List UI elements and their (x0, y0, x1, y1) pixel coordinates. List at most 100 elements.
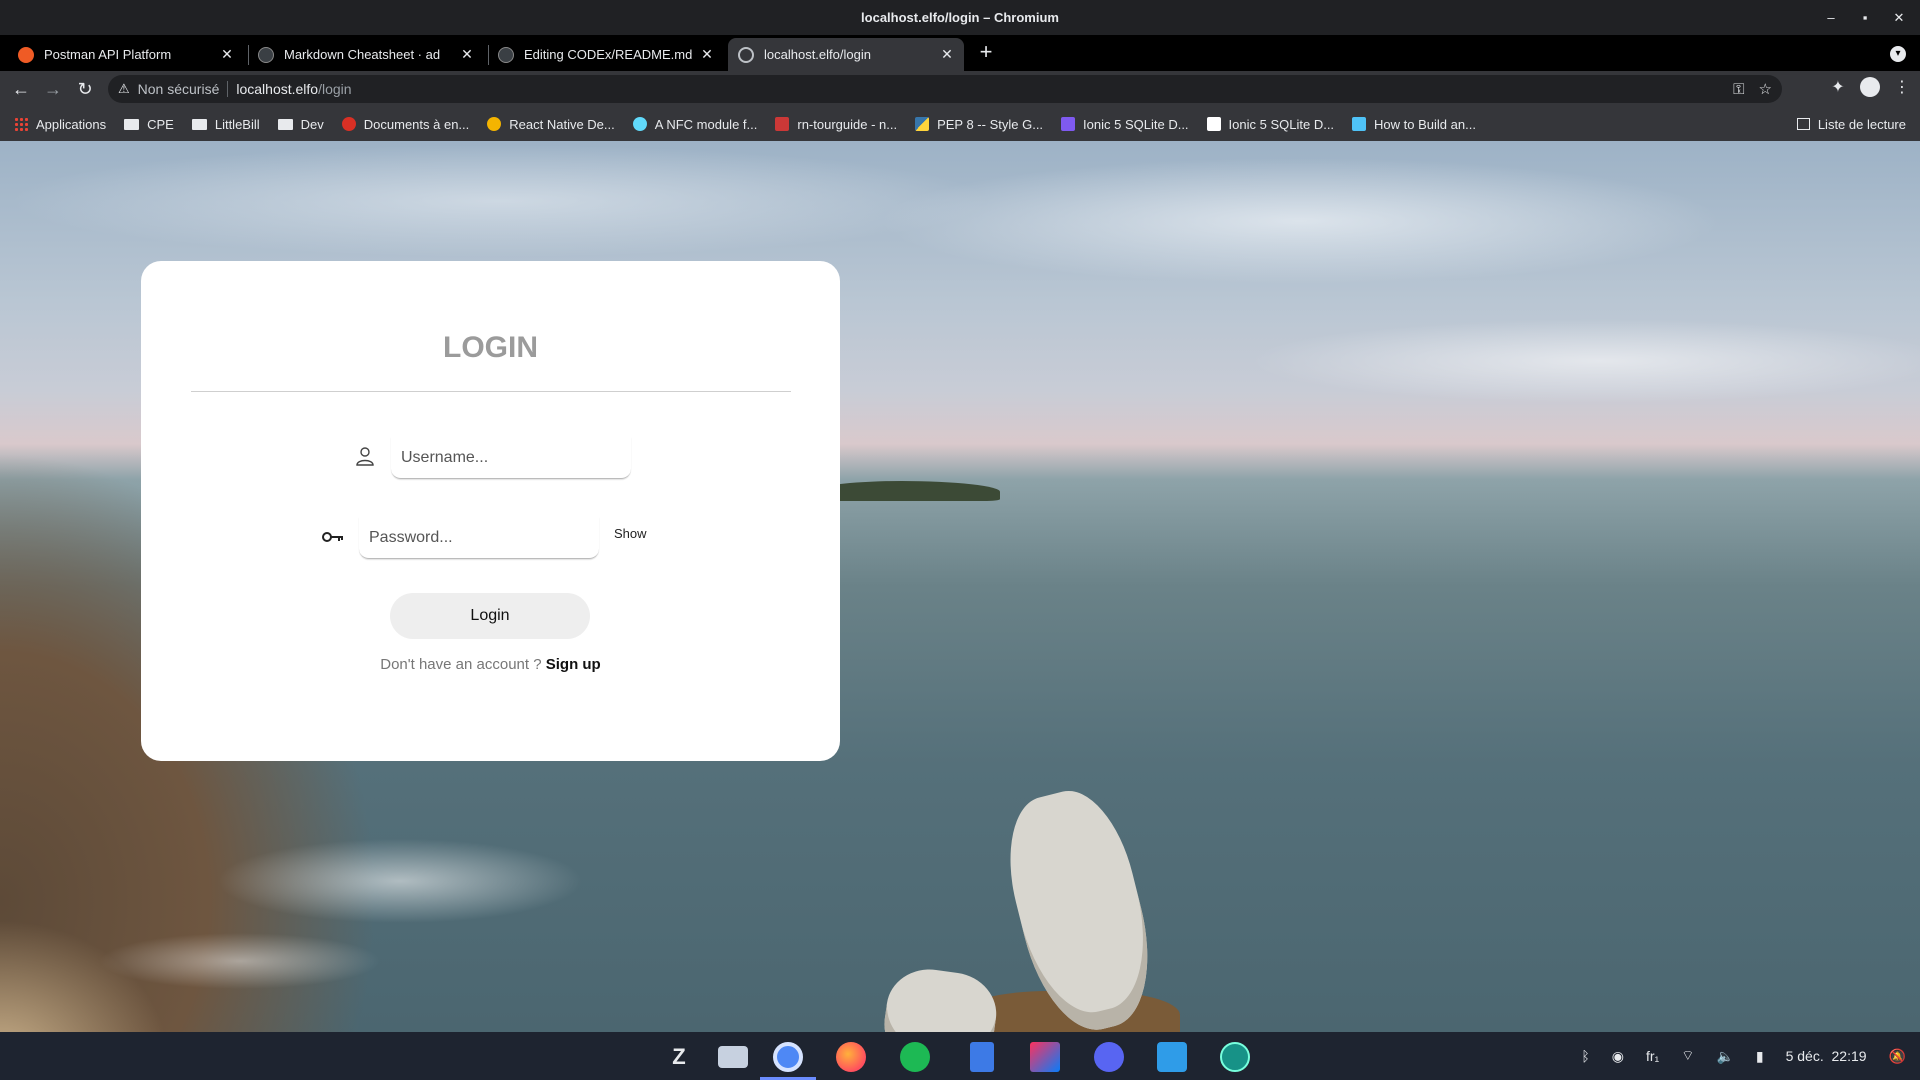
tab-close-icon[interactable]: ✕ (460, 46, 474, 63)
tab-label: Postman API Platform (44, 47, 172, 62)
github-icon (258, 46, 274, 63)
url-path[interactable]: /login (318, 81, 351, 97)
toolbar-right: ✦ ⋮ (1828, 77, 1912, 97)
battery-icon[interactable]: ▮ (1756, 1048, 1764, 1065)
bookmark-label: Dev (300, 116, 324, 132)
intellij-icon[interactable] (1030, 1042, 1060, 1072)
tab-close-icon[interactable]: ✕ (220, 46, 234, 63)
python-icon (915, 117, 930, 131)
github-icon (498, 46, 514, 63)
password-key-icon[interactable]: ⚿ (1733, 81, 1744, 98)
spotify-icon[interactable] (900, 1042, 930, 1072)
site-icon (1061, 117, 1076, 131)
tab-close-icon[interactable]: ✕ (700, 46, 714, 63)
page-viewport: LOGIN Show Login Don't have an account ?… (0, 141, 1920, 1032)
bookmark-how-to-build[interactable]: How to Build an... (1352, 117, 1476, 132)
tab-markdown-cheatsheet[interactable]: Markdown Cheatsheet · ad ✕ (248, 38, 484, 71)
gitkraken-icon[interactable] (1220, 1042, 1250, 1072)
firefox-icon[interactable] (836, 1042, 866, 1072)
reading-list-icon (1796, 118, 1810, 130)
bookmark-nfc-module[interactable]: A NFC module f... (632, 117, 757, 132)
back-button[interactable]: ← (9, 77, 33, 101)
bookmark-label: PEP 8 -- Style G... (937, 116, 1044, 132)
bookmark-label: React Native De... (509, 116, 615, 132)
folder-icon (277, 118, 293, 130)
background-headland (820, 481, 1000, 501)
notifications-off-icon[interactable]: 🔕 (1889, 1048, 1906, 1065)
tab-close-icon[interactable]: ✕ (940, 46, 954, 63)
signup-prompt: Don't have an account ? (380, 656, 546, 673)
address-bar[interactable]: ⚠ Non sécurisé localhost.elfo/login ⚿ ☆ (108, 75, 1782, 103)
bookmark-ionic-sqlite-2[interactable]: Ionic 5 SQLite D... (1206, 117, 1334, 132)
browser-menu-icon[interactable]: ⋮ (1892, 77, 1912, 97)
system-tray: ᛒ ◉ fr₁ ⌔ 🔈 ▮ 5 déc. 22:19 🔕 (1581, 1032, 1906, 1080)
window-title: localhost.elfo/login – Chromium (861, 10, 1059, 25)
window-controls: – ▪ ✕ (1824, 0, 1906, 35)
tab-localhost-login[interactable]: localhost.elfo/login ✕ (728, 38, 964, 71)
bookmark-label: Applications (36, 116, 107, 132)
chromium-icon[interactable] (773, 1042, 803, 1072)
react-icon (632, 117, 647, 131)
vscode-icon[interactable] (1157, 1042, 1187, 1072)
login-button[interactable]: Login (390, 593, 590, 639)
site-icon (1352, 117, 1367, 131)
files-icon[interactable] (718, 1046, 748, 1068)
bookmark-folder-dev[interactable]: Dev (277, 116, 324, 132)
extensions-icon[interactable]: ✦ (1828, 77, 1848, 97)
keyboard-layout[interactable]: fr₁ (1646, 1048, 1659, 1064)
wifi-icon[interactable]: ⌔ (1681, 1047, 1694, 1065)
npm-icon (775, 117, 790, 131)
bookmark-label: CPE (147, 116, 174, 132)
tab-search-icon[interactable]: ▾ (1890, 46, 1906, 62)
new-tab-button[interactable]: + (976, 40, 996, 64)
url-host[interactable]: localhost.elfo (236, 81, 318, 97)
tab-postman[interactable]: Postman API Platform ✕ (8, 38, 244, 71)
bookmark-react-native[interactable]: React Native De... (487, 117, 615, 132)
r-icon (1206, 117, 1221, 131)
user-icon (353, 446, 377, 470)
signup-link[interactable]: Sign up (546, 656, 601, 673)
warning-icon[interactable]: ⚠ (118, 81, 130, 97)
maximize-button[interactable]: ▪ (1858, 10, 1872, 25)
window-titlebar: localhost.elfo/login – Chromium – ▪ ✕ (0, 0, 1920, 35)
title-divider (191, 391, 791, 392)
reading-list-button[interactable]: Liste de lecture (1796, 107, 1906, 141)
tab-editing-readme[interactable]: Editing CODEx/README.md ✕ (488, 38, 724, 71)
bookmark-label: rn-tourguide - n... (797, 116, 898, 132)
bookmark-folder-littlebill[interactable]: LittleBill (191, 116, 260, 132)
profile-avatar[interactable] (1860, 77, 1880, 97)
username-field-group (353, 437, 631, 479)
discord-tray-icon[interactable]: ◉ (1612, 1048, 1624, 1065)
bookmark-rn-tourguide[interactable]: rn-tourguide - n... (775, 117, 897, 132)
login-title: LOGIN (443, 331, 538, 364)
tab-strip: Postman API Platform ✕ Markdown Cheatshe… (0, 35, 1920, 71)
discord-icon[interactable] (1094, 1042, 1124, 1072)
minimize-button[interactable]: – (1824, 10, 1838, 25)
close-window-button[interactable]: ✕ (1892, 10, 1906, 26)
bookmark-documents[interactable]: Documents à en... (341, 117, 469, 132)
bookmark-label: Ionic 5 SQLite D... (1083, 116, 1189, 132)
postman-icon (18, 46, 34, 63)
bookmark-applications[interactable]: Applications (14, 117, 106, 132)
editor-icon[interactable] (970, 1042, 994, 1072)
bookmark-label: How to Build an... (1374, 116, 1476, 132)
clock[interactable]: 5 déc. 22:19 (1786, 1048, 1867, 1064)
bookmark-pep8[interactable]: PEP 8 -- Style G... (915, 117, 1043, 132)
bookmark-ionic-sqlite-1[interactable]: Ionic 5 SQLite D... (1061, 117, 1189, 132)
show-password-toggle[interactable]: Show (614, 526, 647, 541)
username-input[interactable] (391, 437, 631, 479)
bluetooth-icon[interactable]: ᛒ (1581, 1048, 1589, 1064)
globe-icon (738, 46, 754, 63)
zorin-menu-icon[interactable]: Z (664, 1042, 694, 1072)
security-status[interactable]: Non sécurisé (138, 81, 220, 97)
omnibox-actions: ⚿ ☆ (1733, 75, 1772, 103)
reload-button[interactable]: ↻ (73, 77, 97, 101)
forward-button[interactable]: → (41, 77, 65, 101)
bookmark-folder-cpe[interactable]: CPE (124, 117, 174, 132)
bookmark-star-icon[interactable]: ☆ (1759, 80, 1772, 98)
volume-icon[interactable]: 🔈 (1716, 1048, 1733, 1065)
bookmark-label: LittleBill (214, 116, 260, 132)
tab-label: localhost.elfo/login (764, 47, 871, 62)
password-input[interactable] (359, 517, 599, 559)
tab-label: Markdown Cheatsheet · ad (284, 47, 441, 62)
